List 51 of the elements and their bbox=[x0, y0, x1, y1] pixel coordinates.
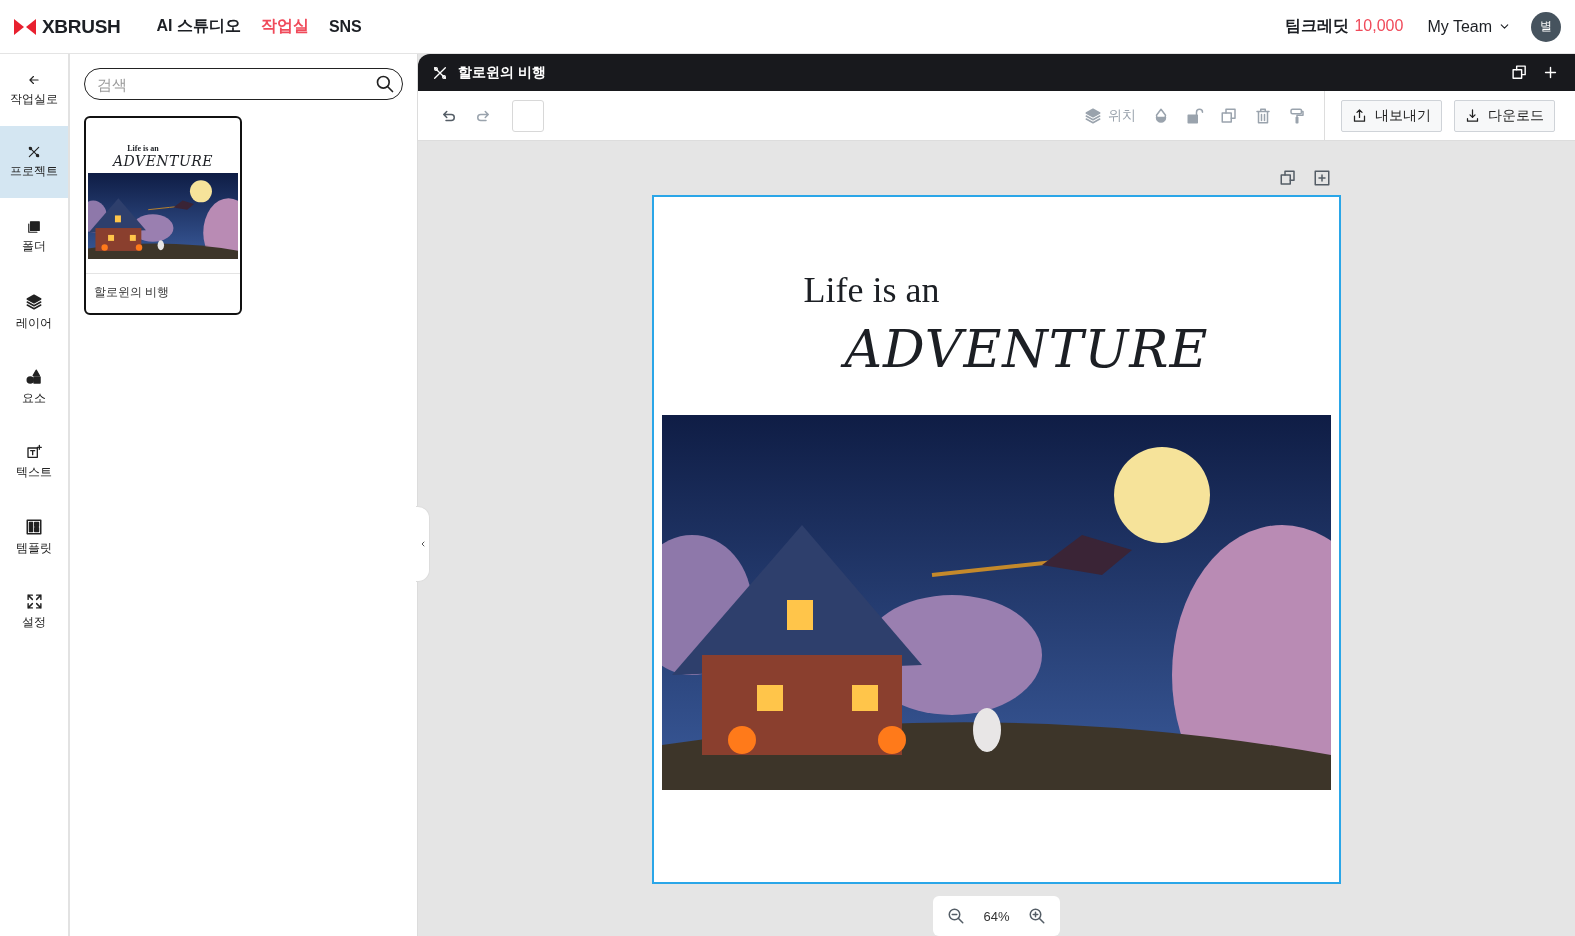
nav-link[interactable]: SNS bbox=[328, 17, 362, 36]
sidebar-item[interactable]: 프로젝트 bbox=[0, 126, 68, 198]
copy-icon bbox=[1279, 169, 1297, 187]
copy-icon bbox=[1511, 64, 1528, 81]
download-button[interactable]: 다운로드 bbox=[1454, 99, 1555, 132]
copy-icon bbox=[1220, 106, 1238, 125]
heading-text: Life is an bbox=[803, 269, 940, 311]
add-text-icon bbox=[26, 443, 42, 460]
sidebar-item[interactable]: 설정 bbox=[0, 576, 68, 648]
search-icon bbox=[375, 74, 395, 94]
crossed-tools-icon bbox=[432, 64, 448, 81]
sidebar-item[interactable]: 폴더 bbox=[0, 201, 68, 273]
thumbnail-title: ADVENTURE bbox=[112, 153, 214, 169]
sidebar-item[interactable]: 텍스트 bbox=[0, 426, 68, 498]
trash-icon bbox=[1254, 106, 1272, 125]
zoom-in-icon bbox=[1027, 907, 1046, 925]
expand-icon bbox=[25, 593, 43, 610]
export-button[interactable]: 내보내기 bbox=[1341, 99, 1442, 132]
download-icon bbox=[1465, 108, 1480, 123]
project-tab-title: 할로윈의 비행 bbox=[458, 63, 546, 82]
plus-icon bbox=[1542, 64, 1559, 81]
nav-link[interactable]: 작업실 bbox=[260, 16, 309, 37]
credit-value: 10,000 bbox=[1354, 17, 1404, 35]
team-dropdown[interactable]: My Team bbox=[1427, 17, 1511, 36]
zoom-level: 64% bbox=[983, 908, 1010, 924]
credit-label: 팀크레딧 bbox=[1285, 16, 1350, 36]
add-square-icon bbox=[1313, 169, 1331, 187]
color-swatch[interactable] bbox=[512, 99, 544, 132]
thumbnail-text: Life is an bbox=[127, 144, 159, 153]
sidebar-item[interactable]: 작업실로 bbox=[0, 54, 68, 126]
layers-icon bbox=[25, 292, 43, 311]
images-icon bbox=[27, 219, 41, 234]
unlock-icon bbox=[1186, 106, 1204, 125]
logo-text: XBRUSH bbox=[42, 15, 121, 38]
share-icon bbox=[1352, 108, 1367, 123]
search-field[interactable]: 검색 bbox=[84, 68, 403, 100]
layers-icon bbox=[1084, 106, 1102, 125]
nav-link[interactable]: AI 스튜디오 bbox=[156, 16, 241, 37]
paint-roller-icon bbox=[1288, 106, 1306, 125]
logo-icon bbox=[14, 18, 36, 35]
sidebar-item[interactable]: 레이어 bbox=[0, 276, 68, 348]
project-card[interactable]: Life is an ADVENTURE 할로윈의 비행 bbox=[84, 116, 242, 315]
crossed-tools-icon bbox=[27, 144, 41, 159]
template-icon bbox=[25, 517, 43, 536]
sidebar-item[interactable]: 요소 bbox=[0, 351, 68, 423]
zoom-out-icon bbox=[947, 907, 966, 925]
shapes-icon bbox=[25, 367, 43, 386]
collapse-handle[interactable] bbox=[416, 506, 430, 582]
avatar[interactable]: 별 bbox=[1531, 11, 1561, 42]
sidebar-item[interactable]: 템플릿 bbox=[0, 501, 68, 573]
project-title: 할로윈의 비행 bbox=[86, 273, 240, 313]
